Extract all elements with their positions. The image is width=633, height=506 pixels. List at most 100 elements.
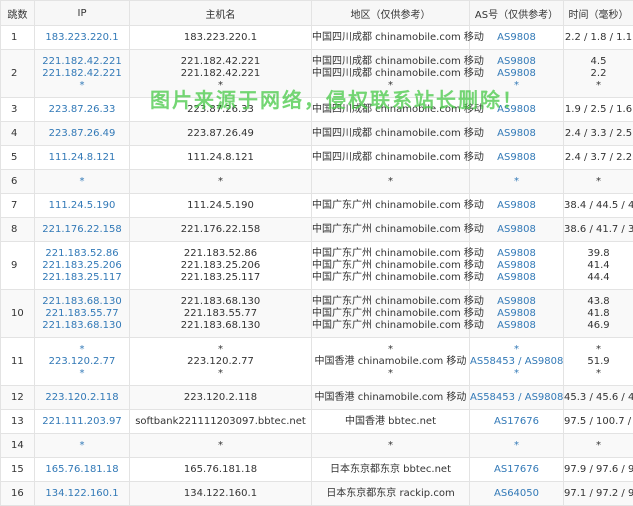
table-row: 13221.111.203.97softbank221111203097.bbt…: [1, 410, 633, 434]
table-row: 12223.120.2.118223.120.2.118中国香港 chinamo…: [1, 386, 633, 410]
table-row: 11*223.120.2.77**223.120.2.77**中国香港 chin…: [1, 338, 633, 386]
hop-cell: 1: [1, 26, 35, 50]
table-row: 7111.24.5.190111.24.5.190中国广东广州 chinamob…: [1, 194, 633, 218]
as-cell: AS17676: [470, 410, 564, 434]
host-value: 223.87.26.49: [130, 128, 311, 140]
time-value: 38.6 / 41.7 / 39.2: [564, 224, 633, 236]
ip-value[interactable]: 165.76.181.18: [35, 464, 129, 476]
region-value: 中国广东广州 chinamobile.com 移动: [312, 320, 469, 332]
hop-cell: 4: [1, 122, 35, 146]
host-cell: softbank221111203097.bbtec.net: [130, 410, 312, 434]
hop-cell: 2: [1, 50, 35, 98]
region-value: *: [312, 80, 469, 92]
host-value: 221.183.55.77: [130, 308, 311, 320]
ip-value[interactable]: 134.122.160.1: [35, 488, 129, 500]
ip-cell: 111.24.8.121: [35, 146, 130, 170]
host-value: *: [130, 368, 311, 380]
ip-value[interactable]: 223.87.26.49: [35, 128, 129, 140]
ip-value[interactable]: 221.183.68.130: [35, 296, 129, 308]
hop-cell: 8: [1, 218, 35, 242]
ip-value[interactable]: 111.24.8.121: [35, 152, 129, 164]
time-cell: 97.1 / 97.2 / 96.1: [564, 482, 633, 506]
hop-cell: 13: [1, 410, 35, 434]
ip-value: *: [35, 176, 129, 188]
as-value: *: [470, 176, 563, 188]
region-value: *: [312, 176, 469, 188]
ip-value[interactable]: 221.182.42.221: [35, 68, 129, 80]
ip-cell: 221.182.42.221221.182.42.221*: [35, 50, 130, 98]
region-value: 中国香港 bbtec.net: [312, 416, 469, 428]
host-cell: *: [130, 170, 312, 194]
ip-value[interactable]: 223.87.26.33: [35, 104, 129, 116]
host-cell: 223.120.2.118: [130, 386, 312, 410]
ip-value[interactable]: 111.24.5.190: [35, 200, 129, 212]
host-value: 221.183.25.117: [130, 272, 311, 284]
ip-value[interactable]: 221.182.42.221: [35, 56, 129, 68]
region-value: 中国四川成都 chinamobile.com 移动: [312, 128, 469, 140]
hop-cell: 11: [1, 338, 35, 386]
host-value: 221.183.68.130: [130, 320, 311, 332]
ip-cell: *: [35, 434, 130, 458]
ip-value[interactable]: 221.183.25.206: [35, 260, 129, 272]
ip-value[interactable]: 221.183.68.130: [35, 320, 129, 332]
region-cell: 日本东京都东京 bbtec.net: [312, 458, 470, 482]
ip-cell: *223.120.2.77*: [35, 338, 130, 386]
table-row: 14*****: [1, 434, 633, 458]
ip-value[interactable]: 223.120.2.118: [35, 392, 129, 404]
host-value: 221.182.42.221: [130, 68, 311, 80]
as-value[interactable]: AS17676: [470, 464, 563, 476]
region-cell: 中国广东广州 chinamobile.com 移动: [312, 194, 470, 218]
ip-value[interactable]: 221.183.55.77: [35, 308, 129, 320]
region-value: 中国香港 chinamobile.com 移动: [312, 356, 469, 368]
host-value: 221.183.68.130: [130, 296, 311, 308]
time-value: 38.4 / 44.5 / 40.1: [564, 200, 633, 212]
as-value[interactable]: AS64050: [470, 488, 563, 500]
header-region: 地区（仅供参考）: [312, 1, 470, 26]
ip-value: *: [35, 80, 129, 92]
ip-value[interactable]: 221.176.22.158: [35, 224, 129, 236]
time-value: *: [564, 440, 633, 452]
header-as: AS号（仅供参考）: [470, 1, 564, 26]
host-value: 221.182.42.221: [130, 56, 311, 68]
table-row: 8221.176.22.158221.176.22.158中国广东广州 chin…: [1, 218, 633, 242]
host-cell: 183.223.220.1: [130, 26, 312, 50]
ip-value: *: [35, 440, 129, 452]
header-time: 时间（毫秒）: [564, 1, 633, 26]
region-cell: 中国广东广州 chinamobile.com 移动中国广东广州 chinamob…: [312, 290, 470, 338]
ip-cell: 221.183.52.86221.183.25.206221.183.25.11…: [35, 242, 130, 290]
ip-cell: 223.87.26.49: [35, 122, 130, 146]
table-row: 15165.76.181.18165.76.181.18日本东京都东京 bbte…: [1, 458, 633, 482]
time-value: 2.2: [564, 68, 633, 80]
host-value: 223.87.26.33: [130, 104, 311, 116]
host-value: 221.183.52.86: [130, 248, 311, 260]
as-value: *: [470, 440, 563, 452]
time-value: 2.4 / 3.7 / 2.2: [564, 152, 633, 164]
ip-cell: 223.87.26.33: [35, 98, 130, 122]
hop-cell: 7: [1, 194, 35, 218]
ip-value[interactable]: 183.223.220.1: [35, 32, 129, 44]
ip-value[interactable]: 221.183.52.86: [35, 248, 129, 260]
region-cell: 中国四川成都 chinamobile.com 移动中国四川成都 chinamob…: [312, 50, 470, 98]
as-cell: *: [470, 434, 564, 458]
ip-value[interactable]: 221.183.25.117: [35, 272, 129, 284]
time-value: 46.9: [564, 320, 633, 332]
time-cell: 97.5 / 100.7 / 99.1: [564, 410, 633, 434]
ip-value[interactable]: 221.111.203.97: [35, 416, 129, 428]
as-value[interactable]: AS58453 / AS9808: [470, 356, 563, 368]
table-row: 2221.182.42.221221.182.42.221*221.182.42…: [1, 50, 633, 98]
time-value: 2.2 / 1.8 / 1.1: [564, 32, 633, 44]
time-cell: 45.3 / 45.6 / 46.4: [564, 386, 633, 410]
ip-value[interactable]: 223.120.2.77: [35, 356, 129, 368]
as-value[interactable]: AS58453 / AS9808: [470, 392, 563, 404]
region-cell: 中国四川成都 chinamobile.com 移动: [312, 26, 470, 50]
region-value: 中国四川成都 chinamobile.com 移动: [312, 104, 469, 116]
ip-cell: 165.76.181.18: [35, 458, 130, 482]
time-cell: 39.841.444.4: [564, 242, 633, 290]
time-value: 97.5 / 100.7 / 99.1: [564, 416, 633, 428]
as-cell: AS58453 / AS9808: [470, 386, 564, 410]
region-value: 中国四川成都 chinamobile.com 移动: [312, 56, 469, 68]
host-cell: 134.122.160.1: [130, 482, 312, 506]
region-value: 中国广东广州 chinamobile.com 移动: [312, 248, 469, 260]
as-value[interactable]: AS17676: [470, 416, 563, 428]
host-cell: 221.182.42.221221.182.42.221*: [130, 50, 312, 98]
